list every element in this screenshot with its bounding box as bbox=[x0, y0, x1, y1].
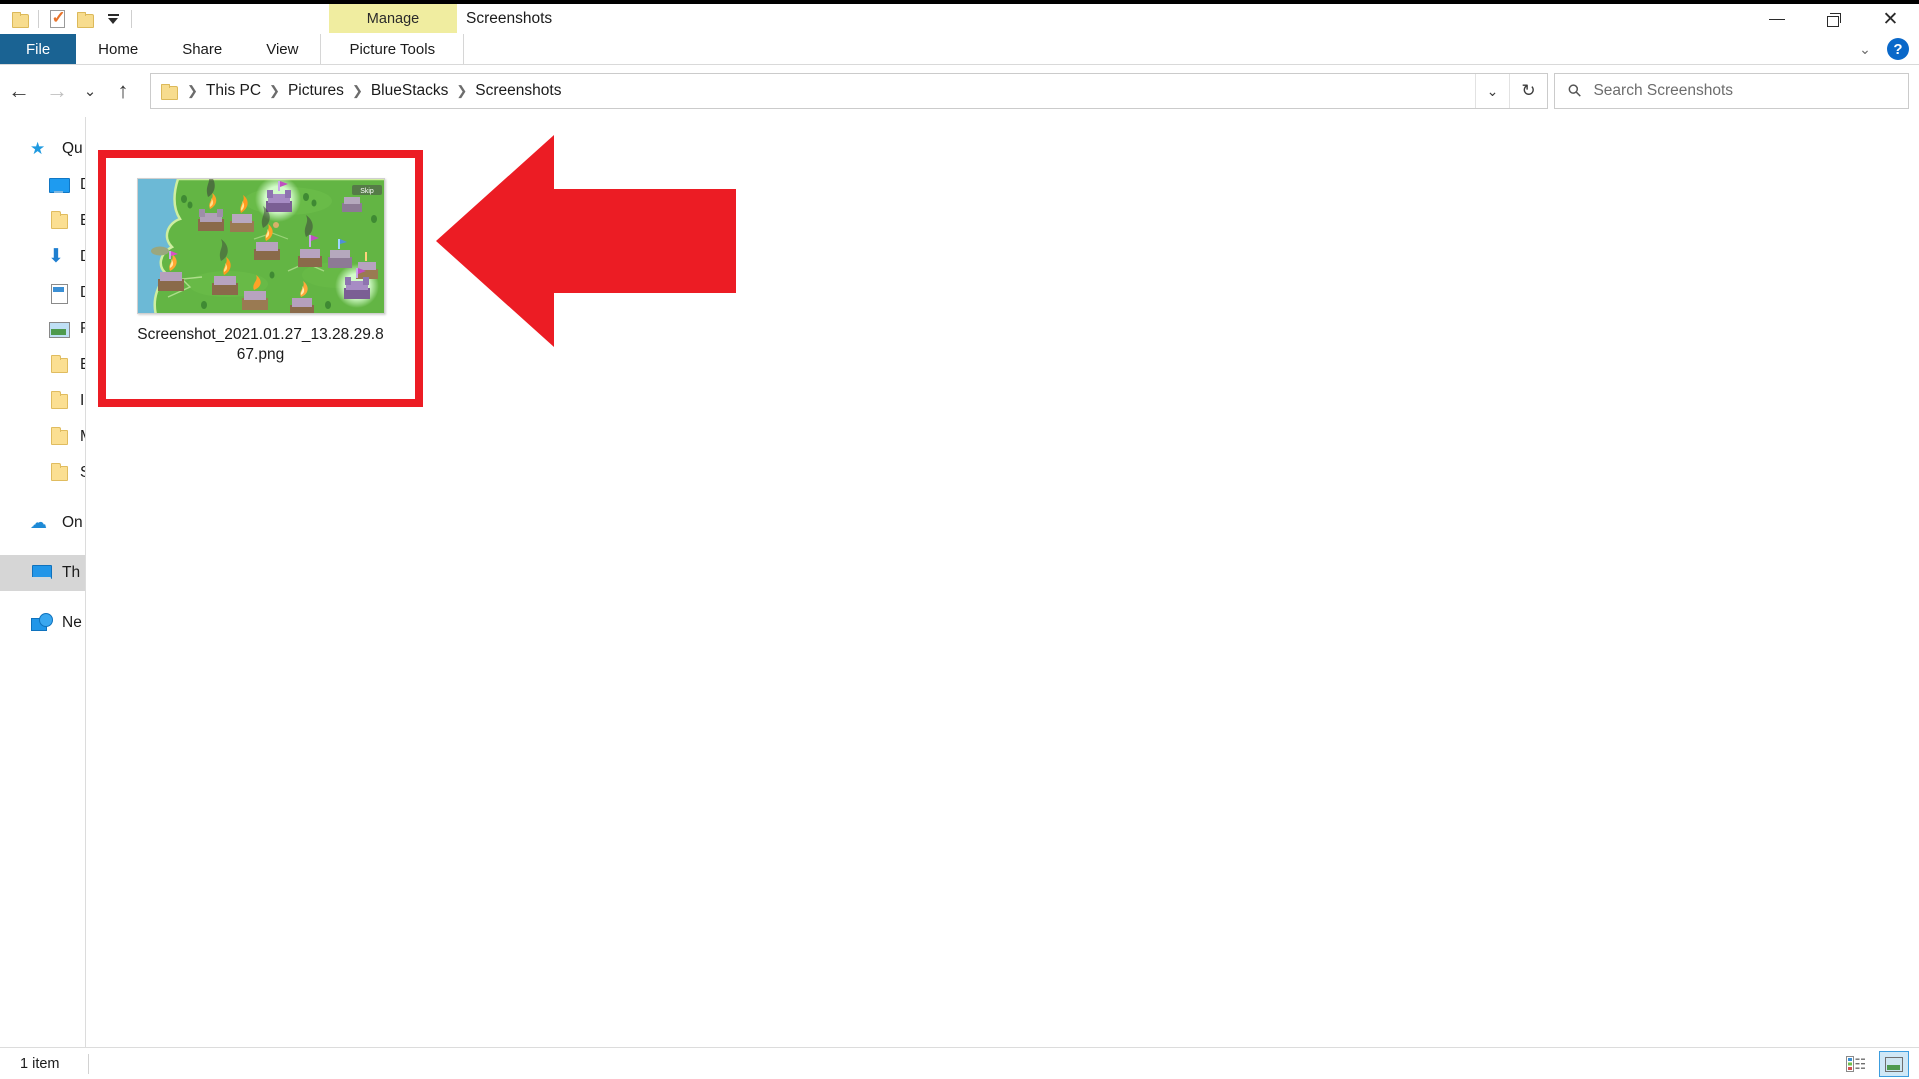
network-icon bbox=[30, 613, 53, 633]
refresh-icon[interactable]: ↻ bbox=[1509, 74, 1547, 108]
search-placeholder: Search Screenshots bbox=[1593, 82, 1734, 99]
file-name-label: Screenshot_2021.01.27_13.28.29.867.png bbox=[137, 326, 384, 363]
status-bar: 1 item bbox=[0, 1047, 1919, 1079]
sidebar-item-documents[interactable]: D bbox=[0, 275, 85, 311]
status-divider bbox=[87, 1053, 89, 1074]
forward-button[interactable]: → bbox=[38, 72, 76, 110]
sidebar-item-label: Qu bbox=[62, 140, 83, 157]
address-box[interactable]: ❯ This PC ❯ Pictures ❯ BlueStacks ❯ Scre… bbox=[150, 73, 1548, 109]
quick-access-star-icon: ★ bbox=[30, 139, 46, 158]
quick-access-toolbar bbox=[0, 4, 136, 34]
new-folder-icon[interactable] bbox=[71, 6, 99, 32]
game-map-screenshot-thumbnail: Skip bbox=[137, 179, 384, 313]
tab-share[interactable]: Share bbox=[160, 34, 244, 64]
downloads-arrow-icon: ⬇ bbox=[48, 246, 64, 267]
view-mode-buttons bbox=[1841, 1048, 1909, 1079]
breadcrumb-separator-3: ❯ bbox=[456, 83, 468, 98]
breadcrumb-item-screenshots[interactable]: Screenshots bbox=[469, 82, 567, 100]
large-icons-view-icon bbox=[1885, 1056, 1903, 1072]
folder-icon bbox=[48, 355, 70, 375]
details-view-icon bbox=[1846, 1056, 1865, 1072]
highlight-box-annotation: Skip Screenshot_2021.01.27_13.28.29.867.… bbox=[98, 150, 423, 407]
large-icons-view-button[interactable] bbox=[1879, 1051, 1909, 1077]
list-item[interactable]: Skip Screenshot_2021.01.27_13.28.29.867.… bbox=[106, 158, 415, 399]
customize-dropdown-icon[interactable] bbox=[99, 6, 127, 32]
desktop-monitor-icon bbox=[48, 175, 70, 195]
sidebar-item-folder-e1[interactable]: E bbox=[0, 203, 85, 239]
sidebar-item-quick-access[interactable]: ★ Qu bbox=[0, 131, 85, 167]
file-explorer-window: Manage Screenshots ✕ File Home Share Vie… bbox=[0, 0, 1919, 1079]
contextual-tab-manage[interactable]: Manage bbox=[329, 4, 457, 33]
nav-spacer-2 bbox=[0, 541, 85, 555]
item-count-label: 1 item bbox=[20, 1055, 60, 1072]
tab-home[interactable]: Home bbox=[76, 34, 160, 64]
sidebar-item-folder-s[interactable]: S bbox=[0, 455, 85, 491]
sidebar-item-desktop[interactable]: D bbox=[0, 167, 85, 203]
details-view-button[interactable] bbox=[1841, 1051, 1871, 1077]
sidebar-item-this-pc[interactable]: Th bbox=[0, 555, 85, 591]
sidebar-item-folder-e2[interactable]: E bbox=[0, 347, 85, 383]
sidebar-item-downloads[interactable]: ⬇ D bbox=[0, 239, 85, 275]
sidebar-item-onedrive[interactable]: ☁ On bbox=[0, 505, 85, 541]
restore-button[interactable] bbox=[1805, 4, 1862, 34]
title-bar: Manage Screenshots ✕ bbox=[0, 4, 1919, 34]
window-title: Screenshots bbox=[466, 10, 553, 27]
up-button[interactable]: ↑ bbox=[104, 72, 142, 110]
toolbar-divider bbox=[38, 10, 39, 28]
sidebar-item-folder-i[interactable]: I bbox=[0, 383, 85, 419]
window-controls: ✕ bbox=[1748, 4, 1919, 34]
folder-icon[interactable] bbox=[6, 6, 34, 32]
address-dropdown-icon[interactable]: ⌄ bbox=[1475, 74, 1509, 108]
close-button[interactable]: ✕ bbox=[1862, 4, 1919, 34]
main-body: ★ Qu D E ⬇ D D P bbox=[0, 117, 1919, 1047]
arrow-annotation bbox=[436, 135, 736, 347]
breadcrumb-item-pictures[interactable]: Pictures bbox=[282, 82, 350, 100]
folder-icon bbox=[48, 427, 70, 447]
this-pc-icon bbox=[30, 563, 52, 583]
search-icon: ⚲ bbox=[1563, 79, 1586, 102]
chevron-down-icon[interactable]: ⌄ bbox=[1853, 37, 1877, 61]
ribbon-tab-bar: File Home Share View Picture Tools bbox=[0, 34, 1919, 64]
ribbon-right-controls: ⌄ ? bbox=[1853, 34, 1919, 64]
sidebar-item-label: Ne bbox=[62, 614, 82, 631]
folder-icon bbox=[48, 211, 70, 231]
minimize-button[interactable] bbox=[1748, 4, 1805, 34]
recent-locations-button[interactable]: ⌄ bbox=[76, 72, 104, 110]
back-button[interactable]: ← bbox=[0, 72, 38, 110]
breadcrumb-item-bluestacks[interactable]: BlueStacks bbox=[365, 82, 455, 100]
sidebar-item-label: Th bbox=[62, 564, 81, 581]
pictures-icon bbox=[48, 319, 70, 339]
sidebar-item-label: On bbox=[62, 514, 83, 531]
breadcrumb-item-this-pc[interactable]: This PC bbox=[200, 82, 267, 100]
folder-icon bbox=[48, 463, 70, 483]
svg-text:Skip: Skip bbox=[360, 188, 374, 195]
contextual-tab-label: Manage bbox=[366, 10, 420, 27]
folder-icon bbox=[48, 391, 70, 411]
help-button[interactable]: ? bbox=[1887, 38, 1909, 60]
breadcrumb-folder-icon bbox=[161, 84, 178, 100]
tab-file[interactable]: File bbox=[0, 34, 77, 64]
left-arrow-icon bbox=[436, 135, 736, 347]
sidebar-item-folder-m[interactable]: M bbox=[0, 419, 85, 455]
tab-view[interactable]: View bbox=[244, 34, 320, 64]
navigation-pane: ★ Qu D E ⬇ D D P bbox=[0, 117, 86, 1047]
sidebar-item-pictures[interactable]: P bbox=[0, 311, 85, 347]
address-bar-row: ← → ⌄ ↑ ❯ This PC ❯ Pictures ❯ BlueStack… bbox=[0, 65, 1919, 117]
file-list-pane[interactable]: Skip Screenshot_2021.01.27_13.28.29.867.… bbox=[86, 117, 1919, 1047]
tab-picture-tools[interactable]: Picture Tools bbox=[320, 34, 465, 64]
sidebar-item-network[interactable]: Ne bbox=[0, 605, 85, 641]
breadcrumb: ❯ This PC ❯ Pictures ❯ BlueStacks ❯ Scre… bbox=[151, 82, 1475, 100]
toolbar-divider-2 bbox=[131, 10, 132, 28]
file-thumbnail: Skip bbox=[136, 178, 385, 314]
nav-spacer-3 bbox=[0, 591, 85, 605]
search-input[interactable]: ⚲ Search Screenshots bbox=[1554, 73, 1909, 109]
sidebar-item-label: I bbox=[80, 392, 85, 409]
breadcrumb-separator-2: ❯ bbox=[351, 83, 363, 98]
documents-icon bbox=[48, 283, 70, 304]
properties-icon[interactable] bbox=[43, 6, 71, 32]
breadcrumb-separator-1: ❯ bbox=[269, 83, 280, 98]
breadcrumb-separator-0: ❯ bbox=[187, 83, 198, 98]
onedrive-cloud-icon: ☁ bbox=[30, 513, 47, 532]
